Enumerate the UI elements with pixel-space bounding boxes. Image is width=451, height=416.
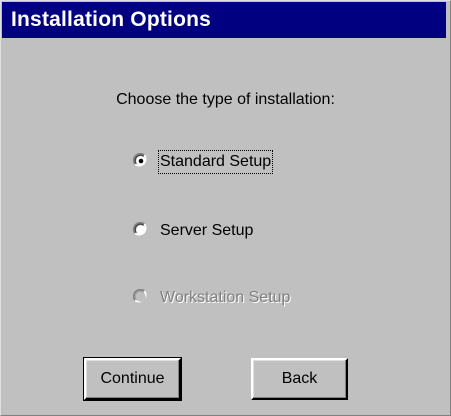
continue-button[interactable]: Continue	[83, 357, 182, 401]
option-standard-setup-label[interactable]: Standard Setup	[157, 150, 274, 174]
radio-button-disabled-icon	[133, 289, 147, 303]
radio-button-selected-icon[interactable]	[133, 153, 149, 169]
option-workstation-setup-label: Workstation Setup	[160, 289, 291, 306]
installation-options-dialog: Installation Options Choose the type of …	[0, 0, 451, 416]
option-server-setup-label[interactable]: Server Setup	[160, 221, 253, 241]
title-bar: Installation Options	[2, 2, 446, 38]
installation-type-prompt: Choose the type of installation:	[116, 91, 335, 108]
back-button[interactable]: Back	[251, 358, 348, 400]
radio-button-icon[interactable]	[133, 222, 149, 238]
dialog-title: Installation Options	[11, 8, 212, 31]
